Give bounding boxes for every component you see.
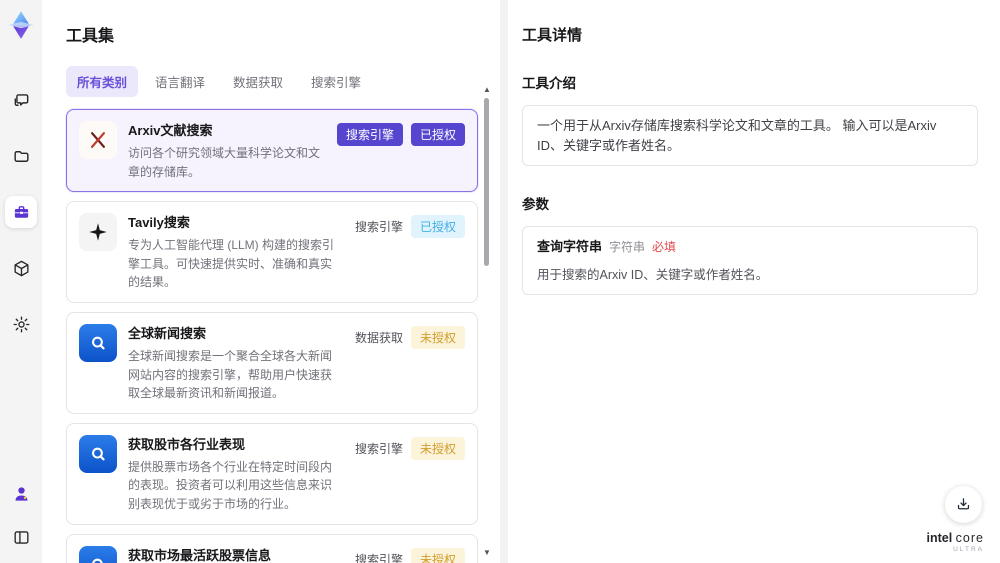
panel-toggle-icon	[13, 530, 29, 544]
tool-desc: 全球新闻搜索是一个聚合全球各大新闻网站内容的搜索引擎，帮助用户快速获取全球最新资…	[128, 348, 333, 401]
tools-panel: 工具集 所有类别 语言翻译 数据获取 搜索引擎 Arxiv文献搜索 访问各个研究…	[42, 0, 500, 563]
panel-divider	[500, 0, 508, 563]
list-scrollbar[interactable]: ▲ ▼	[483, 86, 491, 557]
category-tabs: 所有类别 语言翻译 数据获取 搜索引擎	[66, 66, 478, 97]
scroll-up-arrow[interactable]: ▲	[483, 86, 491, 94]
param-name: 查询字符串	[537, 239, 603, 254]
intro-heading: 工具介绍	[522, 76, 576, 91]
user-icon	[15, 486, 27, 501]
intro-text: 一个用于从Arxiv存储库搜索科学论文和文章的工具。 输入可以是Arxiv ID…	[537, 118, 937, 153]
left-rail	[0, 0, 42, 563]
param-box: 查询字符串 字符串 必填 用于搜索的Arxiv ID、关键字或作者姓名。	[522, 226, 978, 296]
nav-panel-toggle[interactable]	[5, 521, 37, 553]
gear-icon	[13, 316, 29, 332]
param-type: 字符串	[609, 240, 646, 254]
tool-card-tavily[interactable]: Tavily搜索 专为人工智能代理 (LLM) 构建的搜索引擎工具。可快速提供实…	[66, 201, 478, 303]
scroll-down-arrow[interactable]: ▼	[483, 549, 491, 557]
category-badge: 搜索引擎	[336, 123, 403, 146]
nav-toolbox[interactable]	[5, 196, 37, 228]
scrollbar-thumb[interactable]	[484, 98, 489, 266]
nav-chat[interactable]	[5, 84, 37, 116]
intel-core-logo: intel core ultra	[926, 531, 984, 553]
tool-name: Tavily搜索	[128, 215, 190, 231]
category-badge: 数据获取	[354, 330, 403, 345]
tool-name: Arxiv文献搜索	[128, 123, 213, 138]
rail-bottom	[5, 477, 37, 553]
auth-badge: 已授权	[410, 123, 465, 146]
blue-search-logo-icon	[79, 323, 117, 362]
tab-all-categories[interactable]: 所有类别	[66, 66, 139, 97]
param-required-badge: 必填	[652, 240, 677, 254]
category-badge: 搜索引擎	[354, 220, 403, 235]
auth-badge: 未授权	[410, 547, 465, 563]
param-desc: 用于搜索的Arxiv ID、关键字或作者姓名。	[537, 267, 769, 282]
rail-nav	[5, 84, 37, 340]
arxiv-x-logo-icon	[79, 121, 117, 159]
detail-title: 工具详情	[522, 27, 583, 44]
blue-search-logo-icon	[79, 434, 117, 473]
auth-badge: 已授权	[410, 215, 465, 239]
tool-desc: 提供股票市场各个行业在特定时间段内的表现。投资者可以利用这些信息来识别表现优于或…	[128, 459, 333, 511]
chat-icon	[14, 93, 28, 106]
tool-card-global-news[interactable]: 全球新闻搜索 全球新闻搜索是一个聚合全球各大新闻网站内容的搜索引擎，帮助用户快速…	[66, 311, 478, 414]
tool-desc: 访问各个研究领域大量科学论文和文章的存储库。	[128, 146, 321, 179]
blue-search-logo-icon	[79, 545, 117, 563]
toolbox-icon	[14, 205, 28, 218]
nav-settings[interactable]	[5, 308, 37, 340]
tool-card-arxiv[interactable]: Arxiv文献搜索 访问各个研究领域大量科学论文和文章的存储库。 搜索引擎 已授…	[66, 109, 478, 193]
tab-search-engine[interactable]: 搜索引擎	[300, 66, 372, 97]
nav-account[interactable]	[5, 477, 37, 509]
app-logo[interactable]	[4, 8, 38, 42]
nav-packages[interactable]	[5, 252, 37, 284]
tool-list: Arxiv文献搜索 访问各个研究领域大量科学论文和文章的存储库。 搜索引擎 已授…	[66, 109, 478, 563]
download-icon	[957, 498, 970, 510]
auth-badge: 未授权	[410, 436, 465, 460]
brand-intel: intel	[926, 531, 953, 546]
tool-detail-panel: 工具详情 工具介绍 一个用于从Arxiv存储库搜索科学论文和文章的工具。 输入可…	[508, 0, 1000, 563]
brand-core: core	[955, 531, 984, 546]
tool-name: 获取股市各行业表现	[128, 436, 246, 452]
tab-language-translation[interactable]: 语言翻译	[144, 66, 216, 97]
auth-badge: 未授权	[410, 325, 465, 349]
download-button[interactable]	[945, 486, 982, 523]
folder-icon	[13, 150, 29, 162]
category-badge: 搜索引擎	[354, 552, 403, 563]
nav-files[interactable]	[5, 140, 37, 172]
tavily-star-logo-icon	[79, 213, 117, 252]
page-title: 工具集	[66, 28, 115, 45]
intro-box: 一个用于从Arxiv存储库搜索科学论文和文章的工具。 输入可以是Arxiv ID…	[522, 105, 978, 166]
tool-name: 获取市场最活跃股票信息	[128, 547, 272, 563]
cube-icon	[13, 260, 29, 276]
tab-data-retrieval[interactable]: 数据获取	[222, 66, 294, 97]
params-heading: 参数	[522, 197, 549, 212]
tool-card-sector-performance[interactable]: 获取股市各行业表现 提供股票市场各个行业在特定时间段内的表现。投资者可以利用这些…	[66, 422, 478, 525]
category-badge: 搜索引擎	[354, 441, 403, 456]
tool-desc: 专为人工智能代理 (LLM) 构建的搜索引擎工具。可快速提供实时、准确和真实的结…	[128, 238, 335, 290]
tool-card-most-active-stocks[interactable]: 获取市场最活跃股票信息 提供当天交易量最高的股票列表。投资者可以利用这些信息来识…	[66, 533, 478, 563]
tool-name: 全球新闻搜索	[128, 325, 207, 341]
brand-sub: ultra	[953, 545, 984, 553]
